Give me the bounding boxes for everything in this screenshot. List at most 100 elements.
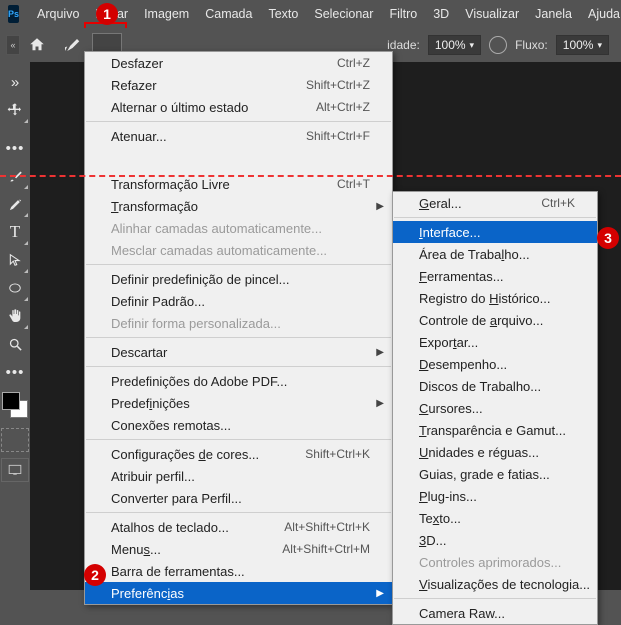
menu-filtro[interactable]: Filtro: [381, 2, 425, 26]
menu-item-label: Transformação Livre: [111, 177, 230, 192]
menu-visualizar[interactable]: Visualizar: [457, 2, 527, 26]
menu-item-label: Predefinições do Adobe PDF...: [111, 374, 287, 389]
menu-item-label: Geral...: [419, 196, 462, 211]
menu-imagem[interactable]: Imagem: [136, 2, 197, 26]
color-swatches[interactable]: [2, 392, 28, 418]
menu-3d[interactable]: 3D: [425, 2, 457, 26]
menu-janela[interactable]: Janela: [527, 2, 580, 26]
menu-item-label: Plug-ins...: [419, 489, 477, 504]
menu-item-label: Definir predefinição de pincel...: [111, 272, 290, 287]
menu-item-label: Menus...: [111, 542, 161, 557]
edit-menu-item-12[interactable]: Definir Padrão...: [85, 290, 392, 312]
callout-1: 1: [96, 3, 118, 25]
flow-field[interactable]: 100%▾: [556, 35, 609, 55]
brush-tool-icon[interactable]: [58, 32, 84, 58]
pref-menu-item-9[interactable]: Discos de Trabalho...: [393, 375, 597, 397]
edit-menu-item-23[interactable]: Converter para Perfil...: [85, 487, 392, 509]
expand-arrows-icon[interactable]: »: [1, 68, 29, 96]
menu-item-label: Preferências: [111, 586, 184, 601]
menu-texto[interactable]: Texto: [260, 2, 306, 26]
menu-item-label: 3D...: [419, 533, 446, 548]
pref-menu-item-5[interactable]: Registro do Histórico...: [393, 287, 597, 309]
menu-arquivo[interactable]: Arquivo: [29, 2, 87, 26]
pref-menu-item-3[interactable]: Área de Trabalho...: [393, 243, 597, 265]
pref-menu-item-14[interactable]: Plug-ins...: [393, 485, 597, 507]
pref-menu-item-18[interactable]: Visualizações de tecnologia...: [393, 573, 597, 595]
edit-menu-item-28[interactable]: Preferências▶: [85, 582, 392, 604]
quick-mask-icon[interactable]: [1, 428, 29, 452]
edit-menu-item-15[interactable]: Descartar▶: [85, 341, 392, 363]
edit-menu-item-7[interactable]: Transformação▶: [85, 195, 392, 217]
opacity-label: idade:: [387, 38, 420, 52]
edit-menu-item-17[interactable]: Predefinições do Adobe PDF...: [85, 370, 392, 392]
edit-menu-item-26[interactable]: Menus...Alt+Shift+Ctrl+M: [85, 538, 392, 560]
menu-separator: [86, 366, 391, 367]
submenu-arrow-icon: ▶: [376, 398, 384, 409]
pref-menu-item-7[interactable]: Exportar...: [393, 331, 597, 353]
pref-menu-item-2[interactable]: Interface...: [393, 221, 597, 243]
edit-menu-item-25[interactable]: Atalhos de teclado...Alt+Shift+Ctrl+K: [85, 516, 392, 538]
menu-item-label: Definir forma personalizada...: [111, 316, 281, 331]
move-tool-icon[interactable]: [1, 96, 29, 124]
pref-menu-item-0[interactable]: Geral...Ctrl+K: [393, 192, 597, 214]
collapse-icon[interactable]: «: [6, 35, 20, 55]
foreground-color-swatch[interactable]: [2, 392, 20, 410]
hidden-tools-icon[interactable]: •••: [1, 134, 29, 162]
edit-menu-item-22[interactable]: Atribuir perfil...: [85, 465, 392, 487]
screen-mode-icon[interactable]: [1, 458, 29, 482]
edit-menu-item-0[interactable]: DesfazerCtrl+Z: [85, 52, 392, 74]
menu-item-label: Discos de Trabalho...: [419, 379, 541, 394]
pref-menu-item-13[interactable]: Guias, grade e fatias...: [393, 463, 597, 485]
pen-tool[interactable]: [1, 190, 29, 218]
menu-item-label: Cursores...: [419, 401, 483, 416]
pref-menu-item-4[interactable]: Ferramentas...: [393, 265, 597, 287]
edit-menu-item-9: Mesclar camadas automaticamente...: [85, 239, 392, 261]
pref-menu-item-20[interactable]: Camera Raw...: [393, 602, 597, 624]
pref-menu-item-11[interactable]: Transparência e Gamut...: [393, 419, 597, 441]
callout-2: 2: [84, 564, 106, 586]
menu-item-label: Camera Raw...: [419, 606, 505, 621]
menu-separator: [394, 217, 596, 218]
type-tool[interactable]: T: [1, 218, 29, 246]
pressure-opacity-icon[interactable]: [489, 36, 507, 54]
menu-separator: [86, 512, 391, 513]
menu-camada[interactable]: Camada: [197, 2, 260, 26]
pref-menu-item-8[interactable]: Desempenho...: [393, 353, 597, 375]
edit-menu-item-11[interactable]: Definir predefinição de pincel...: [85, 268, 392, 290]
menu-item-label: Mesclar camadas automaticamente...: [111, 243, 327, 258]
menu-item-label: Controle de arquivo...: [419, 313, 543, 328]
edit-menu-item-1[interactable]: RefazerShift+Ctrl+Z: [85, 74, 392, 96]
menu-item-label: Transparência e Gamut...: [419, 423, 566, 438]
shape-tool[interactable]: [1, 274, 29, 302]
edit-toolbar-icon[interactable]: •••: [1, 358, 29, 386]
pref-menu-item-15[interactable]: Texto...: [393, 507, 597, 529]
edit-menu-item-2[interactable]: Alternar o último estadoAlt+Ctrl+Z: [85, 96, 392, 118]
zoom-tool[interactable]: [1, 330, 29, 358]
edit-menu-item-4[interactable]: Atenuar...Shift+Ctrl+F: [85, 125, 392, 147]
home-icon[interactable]: [24, 32, 50, 58]
menu-item-label: Atalhos de teclado...: [111, 520, 229, 535]
pref-menu-item-16[interactable]: 3D...: [393, 529, 597, 551]
menu-ajuda[interactable]: Ajuda: [580, 2, 621, 26]
menu-separator: [86, 264, 391, 265]
opacity-field[interactable]: 100%▾: [428, 35, 481, 55]
menu-item-label: Predefinições: [111, 396, 190, 411]
pref-menu-item-10[interactable]: Cursores...: [393, 397, 597, 419]
menu-selecionar[interactable]: Selecionar: [306, 2, 381, 26]
menubar: Ps Arquivo Editar Imagem Camada Texto Se…: [0, 0, 621, 28]
edit-menu-item-19[interactable]: Conexões remotas...: [85, 414, 392, 436]
edit-dropdown: DesfazerCtrl+ZRefazerShift+Ctrl+ZAlterna…: [84, 51, 393, 605]
menu-item-shortcut: Ctrl+Z: [337, 56, 370, 70]
menu-item-label: Transformação: [111, 199, 198, 214]
edit-menu-item-27[interactable]: Barra de ferramentas...: [85, 560, 392, 582]
path-select-tool[interactable]: [1, 246, 29, 274]
pref-menu-item-6[interactable]: Controle de arquivo...: [393, 309, 597, 331]
pref-menu-item-12[interactable]: Unidades e réguas...: [393, 441, 597, 463]
menu-separator: [394, 598, 596, 599]
flow-label: Fluxo:: [515, 38, 548, 52]
hand-tool[interactable]: [1, 302, 29, 330]
menu-item-label: Controles aprimorados...: [419, 555, 561, 570]
edit-menu-item-18[interactable]: Predefinições ▶: [85, 392, 392, 414]
edit-menu-item-21[interactable]: Configurações de cores...Shift+Ctrl+K: [85, 443, 392, 465]
tools-panel: » ••• T •••: [0, 62, 30, 590]
